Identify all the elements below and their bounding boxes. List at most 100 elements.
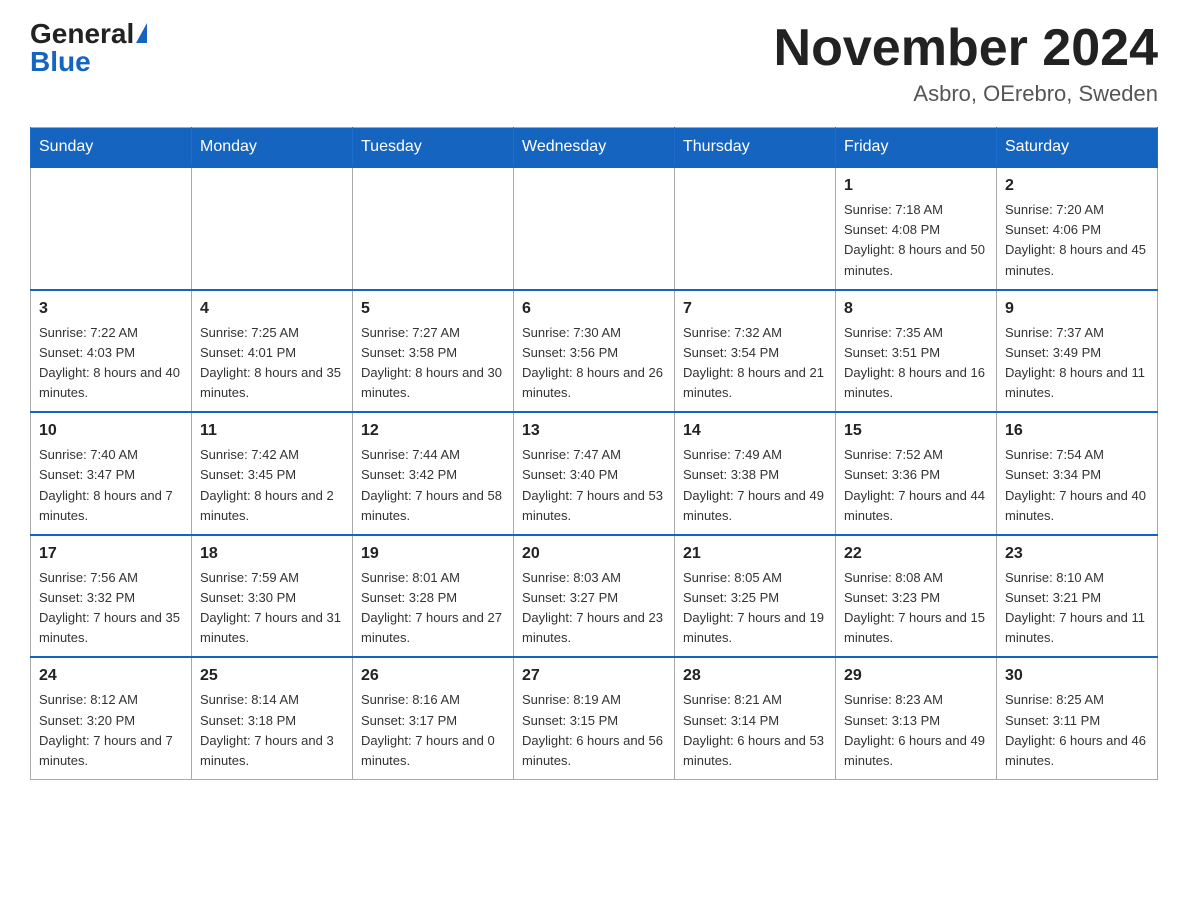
calendar-cell: 12Sunrise: 7:44 AM Sunset: 3:42 PM Dayli… — [353, 412, 514, 535]
day-number: 1 — [844, 174, 988, 198]
logo-general-text: General — [30, 20, 134, 48]
calendar-cell: 11Sunrise: 7:42 AM Sunset: 3:45 PM Dayli… — [192, 412, 353, 535]
day-number: 28 — [683, 664, 827, 688]
calendar-cell — [353, 167, 514, 290]
day-number: 9 — [1005, 297, 1149, 321]
day-info: Sunrise: 8:08 AM Sunset: 3:23 PM Dayligh… — [844, 568, 988, 649]
day-number: 15 — [844, 419, 988, 443]
col-thursday: Thursday — [675, 128, 836, 168]
day-info: Sunrise: 7:27 AM Sunset: 3:58 PM Dayligh… — [361, 323, 505, 404]
day-info: Sunrise: 7:30 AM Sunset: 3:56 PM Dayligh… — [522, 323, 666, 404]
day-info: Sunrise: 7:22 AM Sunset: 4:03 PM Dayligh… — [39, 323, 183, 404]
calendar-cell — [192, 167, 353, 290]
day-info: Sunrise: 8:23 AM Sunset: 3:13 PM Dayligh… — [844, 690, 988, 771]
calendar-cell: 13Sunrise: 7:47 AM Sunset: 3:40 PM Dayli… — [514, 412, 675, 535]
col-wednesday: Wednesday — [514, 128, 675, 168]
week-row-1: 1Sunrise: 7:18 AM Sunset: 4:08 PM Daylig… — [31, 167, 1158, 290]
calendar-cell: 28Sunrise: 8:21 AM Sunset: 3:14 PM Dayli… — [675, 657, 836, 779]
calendar-cell: 26Sunrise: 8:16 AM Sunset: 3:17 PM Dayli… — [353, 657, 514, 779]
col-sunday: Sunday — [31, 128, 192, 168]
day-info: Sunrise: 7:20 AM Sunset: 4:06 PM Dayligh… — [1005, 200, 1149, 281]
day-number: 6 — [522, 297, 666, 321]
day-number: 19 — [361, 542, 505, 566]
day-number: 14 — [683, 419, 827, 443]
day-info: Sunrise: 7:37 AM Sunset: 3:49 PM Dayligh… — [1005, 323, 1149, 404]
day-number: 25 — [200, 664, 344, 688]
day-info: Sunrise: 7:49 AM Sunset: 3:38 PM Dayligh… — [683, 445, 827, 526]
calendar-cell — [675, 167, 836, 290]
calendar-cell: 29Sunrise: 8:23 AM Sunset: 3:13 PM Dayli… — [836, 657, 997, 779]
calendar-cell: 3Sunrise: 7:22 AM Sunset: 4:03 PM Daylig… — [31, 290, 192, 413]
day-number: 18 — [200, 542, 344, 566]
day-number: 27 — [522, 664, 666, 688]
day-number: 12 — [361, 419, 505, 443]
day-number: 8 — [844, 297, 988, 321]
day-number: 4 — [200, 297, 344, 321]
day-number: 13 — [522, 419, 666, 443]
day-info: Sunrise: 8:05 AM Sunset: 3:25 PM Dayligh… — [683, 568, 827, 649]
calendar-cell: 8Sunrise: 7:35 AM Sunset: 3:51 PM Daylig… — [836, 290, 997, 413]
calendar-cell: 9Sunrise: 7:37 AM Sunset: 3:49 PM Daylig… — [997, 290, 1158, 413]
calendar-cell: 27Sunrise: 8:19 AM Sunset: 3:15 PM Dayli… — [514, 657, 675, 779]
calendar-cell — [514, 167, 675, 290]
day-number: 10 — [39, 419, 183, 443]
day-info: Sunrise: 8:03 AM Sunset: 3:27 PM Dayligh… — [522, 568, 666, 649]
page-header: General Blue November 2024 Asbro, OErebr… — [30, 20, 1158, 107]
calendar-cell: 1Sunrise: 7:18 AM Sunset: 4:08 PM Daylig… — [836, 167, 997, 290]
day-number: 3 — [39, 297, 183, 321]
logo-triangle-icon — [136, 23, 147, 43]
calendar-cell: 7Sunrise: 7:32 AM Sunset: 3:54 PM Daylig… — [675, 290, 836, 413]
calendar-cell: 14Sunrise: 7:49 AM Sunset: 3:38 PM Dayli… — [675, 412, 836, 535]
calendar-cell: 18Sunrise: 7:59 AM Sunset: 3:30 PM Dayli… — [192, 535, 353, 658]
calendar-cell: 19Sunrise: 8:01 AM Sunset: 3:28 PM Dayli… — [353, 535, 514, 658]
day-info: Sunrise: 7:59 AM Sunset: 3:30 PM Dayligh… — [200, 568, 344, 649]
calendar-cell: 4Sunrise: 7:25 AM Sunset: 4:01 PM Daylig… — [192, 290, 353, 413]
calendar-cell: 6Sunrise: 7:30 AM Sunset: 3:56 PM Daylig… — [514, 290, 675, 413]
col-saturday: Saturday — [997, 128, 1158, 168]
day-number: 7 — [683, 297, 827, 321]
day-number: 16 — [1005, 419, 1149, 443]
day-info: Sunrise: 8:25 AM Sunset: 3:11 PM Dayligh… — [1005, 690, 1149, 771]
calendar-cell: 20Sunrise: 8:03 AM Sunset: 3:27 PM Dayli… — [514, 535, 675, 658]
col-tuesday: Tuesday — [353, 128, 514, 168]
week-row-4: 17Sunrise: 7:56 AM Sunset: 3:32 PM Dayli… — [31, 535, 1158, 658]
day-number: 5 — [361, 297, 505, 321]
location-subtitle: Asbro, OErebro, Sweden — [774, 81, 1158, 107]
day-number: 22 — [844, 542, 988, 566]
day-info: Sunrise: 8:21 AM Sunset: 3:14 PM Dayligh… — [683, 690, 827, 771]
calendar-cell: 16Sunrise: 7:54 AM Sunset: 3:34 PM Dayli… — [997, 412, 1158, 535]
calendar-cell: 5Sunrise: 7:27 AM Sunset: 3:58 PM Daylig… — [353, 290, 514, 413]
day-info: Sunrise: 7:25 AM Sunset: 4:01 PM Dayligh… — [200, 323, 344, 404]
week-row-2: 3Sunrise: 7:22 AM Sunset: 4:03 PM Daylig… — [31, 290, 1158, 413]
calendar-table: Sunday Monday Tuesday Wednesday Thursday… — [30, 127, 1158, 780]
calendar-cell: 25Sunrise: 8:14 AM Sunset: 3:18 PM Dayli… — [192, 657, 353, 779]
week-row-5: 24Sunrise: 8:12 AM Sunset: 3:20 PM Dayli… — [31, 657, 1158, 779]
day-number: 23 — [1005, 542, 1149, 566]
day-info: Sunrise: 8:14 AM Sunset: 3:18 PM Dayligh… — [200, 690, 344, 771]
day-info: Sunrise: 8:10 AM Sunset: 3:21 PM Dayligh… — [1005, 568, 1149, 649]
day-info: Sunrise: 8:01 AM Sunset: 3:28 PM Dayligh… — [361, 568, 505, 649]
calendar-cell: 21Sunrise: 8:05 AM Sunset: 3:25 PM Dayli… — [675, 535, 836, 658]
col-friday: Friday — [836, 128, 997, 168]
day-info: Sunrise: 7:42 AM Sunset: 3:45 PM Dayligh… — [200, 445, 344, 526]
calendar-cell: 22Sunrise: 8:08 AM Sunset: 3:23 PM Dayli… — [836, 535, 997, 658]
day-info: Sunrise: 7:47 AM Sunset: 3:40 PM Dayligh… — [522, 445, 666, 526]
calendar-cell: 30Sunrise: 8:25 AM Sunset: 3:11 PM Dayli… — [997, 657, 1158, 779]
title-area: November 2024 Asbro, OErebro, Sweden — [774, 20, 1158, 107]
calendar-header-row: Sunday Monday Tuesday Wednesday Thursday… — [31, 128, 1158, 168]
day-info: Sunrise: 7:40 AM Sunset: 3:47 PM Dayligh… — [39, 445, 183, 526]
calendar-cell: 15Sunrise: 7:52 AM Sunset: 3:36 PM Dayli… — [836, 412, 997, 535]
calendar-cell — [31, 167, 192, 290]
day-number: 30 — [1005, 664, 1149, 688]
day-number: 20 — [522, 542, 666, 566]
calendar-cell: 10Sunrise: 7:40 AM Sunset: 3:47 PM Dayli… — [31, 412, 192, 535]
day-number: 24 — [39, 664, 183, 688]
day-info: Sunrise: 7:56 AM Sunset: 3:32 PM Dayligh… — [39, 568, 183, 649]
day-info: Sunrise: 7:52 AM Sunset: 3:36 PM Dayligh… — [844, 445, 988, 526]
day-number: 17 — [39, 542, 183, 566]
calendar-cell: 17Sunrise: 7:56 AM Sunset: 3:32 PM Dayli… — [31, 535, 192, 658]
day-info: Sunrise: 8:16 AM Sunset: 3:17 PM Dayligh… — [361, 690, 505, 771]
day-info: Sunrise: 7:32 AM Sunset: 3:54 PM Dayligh… — [683, 323, 827, 404]
day-info: Sunrise: 8:12 AM Sunset: 3:20 PM Dayligh… — [39, 690, 183, 771]
day-info: Sunrise: 7:54 AM Sunset: 3:34 PM Dayligh… — [1005, 445, 1149, 526]
